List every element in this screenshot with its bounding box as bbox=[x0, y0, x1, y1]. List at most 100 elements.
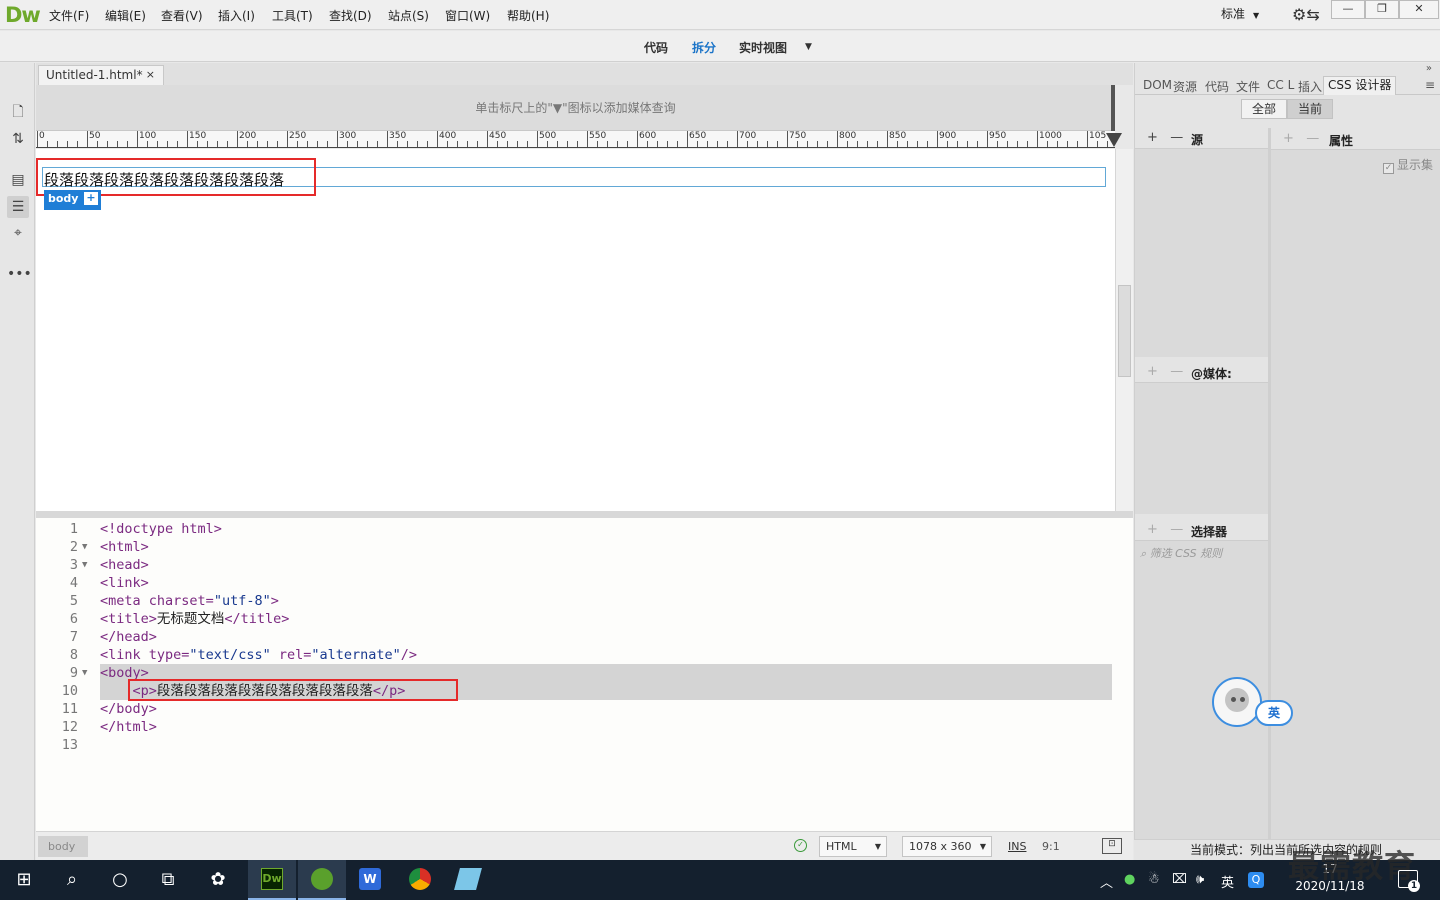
code-text[interactable]: <link> bbox=[100, 574, 149, 592]
maximize-button[interactable]: ❐ bbox=[1365, 0, 1399, 19]
code-line[interactable]: 2 ▼ <html> bbox=[36, 538, 1133, 556]
tab-dom[interactable]: DOM bbox=[1143, 78, 1172, 92]
add-selector-button[interactable]: + — bbox=[1147, 522, 1183, 537]
code-text[interactable]: <link type="text/css" rel="alternate"/> bbox=[100, 646, 417, 664]
tab-snippets[interactable]: 代码 bbox=[1205, 78, 1229, 95]
target-icon[interactable]: ⌖ bbox=[7, 222, 29, 244]
sync-settings-icon[interactable]: ⚙⇆ bbox=[1292, 5, 1320, 24]
tag-selector-body[interactable]: body bbox=[38, 836, 88, 857]
code-text[interactable]: <!doctype html> bbox=[100, 520, 222, 538]
ime-indicator[interactable]: 英 bbox=[1221, 872, 1234, 891]
menu-insert[interactable]: 插入(I) bbox=[218, 7, 255, 24]
split-view-button[interactable]: 拆分 bbox=[692, 39, 716, 56]
preview-icon[interactable]: ⊡ bbox=[1102, 838, 1122, 854]
windows-start-icon[interactable]: ⊞ bbox=[0, 860, 48, 900]
workspace-layout-select[interactable]: 标准 ▼ bbox=[1221, 5, 1259, 22]
insert-mode[interactable]: INS bbox=[1008, 840, 1026, 853]
code-view-button[interactable]: 代码 bbox=[644, 39, 668, 56]
volume-icon[interactable]: 🕪 bbox=[1196, 872, 1204, 887]
toggle-all-button[interactable]: 全部 bbox=[1241, 99, 1287, 119]
tray-expand-icon[interactable]: ︿ bbox=[1100, 872, 1113, 891]
menu-find[interactable]: 查找(D) bbox=[329, 7, 372, 24]
ime-language-pill[interactable]: 英 bbox=[1255, 700, 1293, 726]
search-icon[interactable]: ⌕ bbox=[48, 860, 96, 900]
menu-file[interactable]: 文件(F) bbox=[49, 7, 89, 24]
ruler-marker-icon[interactable] bbox=[1106, 133, 1122, 147]
code-line[interactable]: 12 </html> bbox=[36, 718, 1133, 736]
task-view-icon[interactable]: ⧉ bbox=[144, 860, 192, 900]
chat-avatar-icon[interactable] bbox=[1212, 677, 1262, 727]
media-query-bar[interactable]: 单击标尺上的"▼"图标以添加媒体查询 bbox=[36, 85, 1115, 131]
panel-menu-icon[interactable]: ≡ bbox=[1425, 78, 1435, 92]
green-app-icon[interactable] bbox=[298, 860, 346, 900]
code-view[interactable]: 1 <!doctype html> 2 ▼ <html> 3 ▼ <head> 4 <link> 5… bbox=[36, 518, 1133, 831]
menu-site[interactable]: 站点(S) bbox=[388, 7, 429, 24]
minimize-button[interactable]: — bbox=[1331, 0, 1365, 19]
code-text[interactable]: <html> bbox=[100, 538, 149, 556]
code-line[interactable]: 1 <!doctype html> bbox=[36, 520, 1133, 538]
menu-help[interactable]: 帮助(H) bbox=[507, 7, 549, 24]
chrome-app-icon[interactable] bbox=[396, 860, 444, 900]
ruler[interactable]: 0 50 100 150 200 250 300 350 400 450 500 550 600 650 7… bbox=[36, 131, 1115, 148]
menu-window[interactable]: 窗口(W) bbox=[445, 7, 490, 24]
network-icon[interactable]: ⌧ bbox=[1172, 872, 1187, 887]
wechat-tray-icon[interactable]: ● bbox=[1124, 872, 1135, 887]
tab-insert[interactable]: 插入 bbox=[1298, 78, 1322, 95]
code-line[interactable]: 5 <meta charset="utf-8"> bbox=[36, 592, 1133, 610]
fold-toggle-icon[interactable]: ▼ bbox=[82, 556, 87, 574]
code-line[interactable]: 13 bbox=[36, 736, 1133, 754]
add-source-button[interactable]: + — bbox=[1147, 130, 1183, 145]
more-icon[interactable]: ••• bbox=[7, 263, 32, 285]
notes-app-icon[interactable] bbox=[444, 860, 492, 900]
code-line[interactable]: 11 </body> bbox=[36, 700, 1133, 718]
toggle-current-button[interactable]: 当前 bbox=[1287, 99, 1333, 119]
code-format-icon[interactable]: ☰ bbox=[7, 196, 29, 218]
code-line[interactable]: 4 <link> bbox=[36, 574, 1133, 592]
close-button[interactable]: ✕ bbox=[1399, 0, 1439, 19]
code-line[interactable]: 7 </head> bbox=[36, 628, 1133, 646]
code-line[interactable]: 6 <title>无标题文档</title> bbox=[36, 610, 1133, 628]
code-line[interactable]: 8 <link type="text/css" rel="alternate"/> bbox=[36, 646, 1133, 664]
collapse-panel-icon[interactable]: » bbox=[1426, 63, 1432, 74]
body-tag-selector[interactable]: body + bbox=[44, 190, 101, 210]
tab-assets[interactable]: 资源 bbox=[1173, 78, 1197, 95]
code-text[interactable]: </body> bbox=[100, 700, 157, 718]
menu-edit[interactable]: 编辑(E) bbox=[105, 7, 146, 24]
dreamweaver-app-icon[interactable]: Dw bbox=[248, 860, 296, 900]
fold-toggle-icon[interactable]: ▼ bbox=[82, 664, 87, 682]
show-set-checkbox[interactable]: ✓ 显示集 bbox=[1383, 156, 1433, 174]
close-tab-icon[interactable]: × bbox=[146, 66, 155, 84]
tab-files[interactable]: 文件 bbox=[1236, 78, 1260, 95]
inspect-icon[interactable]: ▤ bbox=[7, 169, 29, 191]
menu-tools[interactable]: 工具(T) bbox=[272, 7, 313, 24]
new-file-icon[interactable]: 🗋 bbox=[7, 101, 29, 123]
code-text[interactable]: <meta charset="utf-8"> bbox=[100, 592, 279, 610]
file-transfer-icon[interactable]: ⇅ bbox=[7, 128, 29, 150]
add-media-button[interactable]: + — bbox=[1147, 364, 1183, 379]
code-text[interactable]: <title>无标题文档</title> bbox=[100, 610, 289, 628]
live-view-button[interactable]: 实时视图 bbox=[739, 39, 787, 56]
pinwheel-app-icon[interactable]: ✿ bbox=[194, 860, 242, 900]
filter-css-rules-input[interactable]: ⌕ 筛选 CSS 规则 bbox=[1140, 545, 1222, 561]
design-scrollbar[interactable] bbox=[1115, 149, 1133, 511]
document-type-select[interactable]: HTML ▼ bbox=[819, 836, 887, 857]
split-divider[interactable] bbox=[36, 511, 1133, 518]
design-view[interactable]: 段落段落段落段落段落段落段落段落 body + bbox=[36, 149, 1115, 511]
qq-tray-icon[interactable]: ☃ bbox=[1148, 872, 1160, 887]
live-view-dropdown-icon[interactable]: ▼ bbox=[805, 42, 812, 52]
menu-view[interactable]: 查看(V) bbox=[161, 7, 203, 24]
code-text[interactable]: </html> bbox=[100, 718, 157, 736]
no-errors-icon[interactable]: ✓ bbox=[794, 839, 807, 852]
wps-app-icon[interactable]: W bbox=[346, 860, 394, 900]
document-tab[interactable]: Untitled-1.html* × bbox=[38, 65, 164, 85]
tab-cc-libraries[interactable]: CC L bbox=[1267, 78, 1294, 92]
scrollbar-thumb[interactable] bbox=[1118, 285, 1131, 377]
fold-toggle-icon[interactable]: ▼ bbox=[82, 538, 87, 556]
quark-tray-icon[interactable]: Q bbox=[1248, 872, 1264, 888]
cortana-icon[interactable]: ○ bbox=[96, 860, 144, 900]
code-line[interactable]: 3 ▼ <head> bbox=[36, 556, 1133, 574]
code-text[interactable]: <head> bbox=[100, 556, 149, 574]
code-text[interactable]: </head> bbox=[100, 628, 157, 646]
add-property-button[interactable]: + — bbox=[1283, 131, 1319, 146]
tab-css-designer[interactable]: CSS 设计器 bbox=[1323, 76, 1397, 95]
